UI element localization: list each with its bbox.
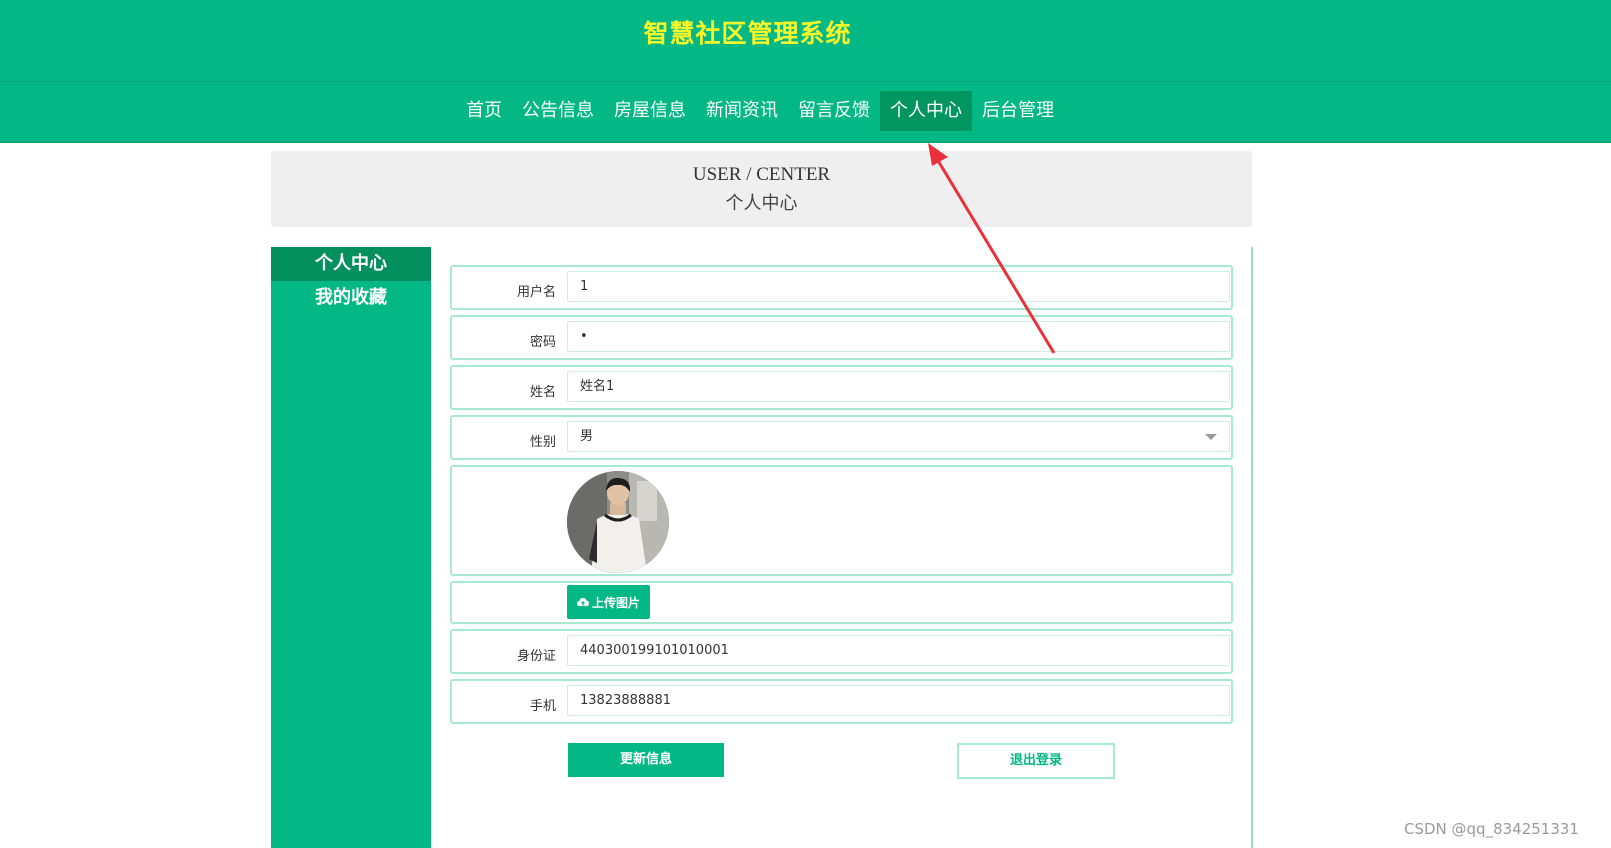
content-divider [1251, 247, 1253, 848]
sidebar-item-user-center[interactable]: 个人中心 [271, 247, 431, 281]
nav-item-houses[interactable]: 房屋信息 [604, 91, 696, 131]
avatar-photo [567, 471, 669, 573]
nav-item-user-center[interactable]: 个人中心 [880, 91, 972, 131]
chevron-down-icon [1205, 434, 1217, 440]
nav-item-news[interactable]: 新闻资讯 [696, 91, 788, 131]
nav-item-feedback[interactable]: 留言反馈 [788, 91, 880, 131]
name-input[interactable]: 姓名1 [567, 371, 1230, 402]
upload-image-button[interactable]: 上传图片 [567, 585, 650, 619]
avatar [567, 471, 669, 573]
upload-image-label: 上传图片 [591, 595, 640, 610]
upload-row: 上传图片 [450, 581, 1233, 624]
main-nav: 首页 公告信息 房屋信息 新闻资讯 留言反馈 个人中心 后台管理 [0, 82, 1611, 143]
nav-item-admin[interactable]: 后台管理 [972, 91, 1064, 131]
gender-label: 性别 [529, 435, 556, 450]
name-row: 姓名 姓名1 [450, 365, 1233, 410]
idcard-input[interactable]: 440300199101010001 [567, 635, 1230, 666]
nav-item-notices[interactable]: 公告信息 [512, 91, 604, 131]
username-label: 用户名 [516, 285, 556, 300]
phone-input[interactable]: 13823888881 [567, 685, 1230, 716]
logout-button[interactable]: 退出登录 [957, 743, 1115, 779]
idcard-row: 身份证 440300199101010001 [450, 629, 1233, 674]
page-banner: USER / CENTER 个人中心 [271, 151, 1252, 227]
site-title: 智慧社区管理系统 [643, 19, 852, 48]
watermark: CSDN @qq_834251331 [1404, 820, 1579, 838]
cloud-upload-icon [576, 598, 589, 606]
phone-row: 手机 13823888881 [450, 679, 1233, 724]
username-input[interactable]: 1 [567, 271, 1230, 302]
idcard-label: 身份证 [516, 649, 556, 664]
name-label: 姓名 [529, 385, 556, 400]
avatar-row [450, 465, 1233, 576]
gender-select[interactable]: 男 [567, 421, 1230, 452]
gender-row: 性别 男 [450, 415, 1233, 460]
sidebar: 个人中心 我的收藏 [271, 247, 431, 848]
password-input[interactable]: • [567, 321, 1230, 352]
gender-select-value: 男 [580, 429, 594, 444]
password-label: 密码 [529, 335, 556, 350]
phone-label: 手机 [529, 699, 556, 714]
nav-item-home[interactable]: 首页 [456, 91, 512, 131]
header-bar: 智慧社区管理系统 [0, 0, 1611, 82]
banner-title-en: USER / CENTER [692, 164, 831, 185]
sidebar-item-favorites[interactable]: 我的收藏 [271, 281, 431, 315]
username-row: 用户名 1 [450, 265, 1233, 310]
banner-title-cn: 个人中心 [725, 193, 798, 214]
password-row: 密码 • [450, 315, 1233, 360]
update-info-button[interactable]: 更新信息 [568, 743, 724, 777]
